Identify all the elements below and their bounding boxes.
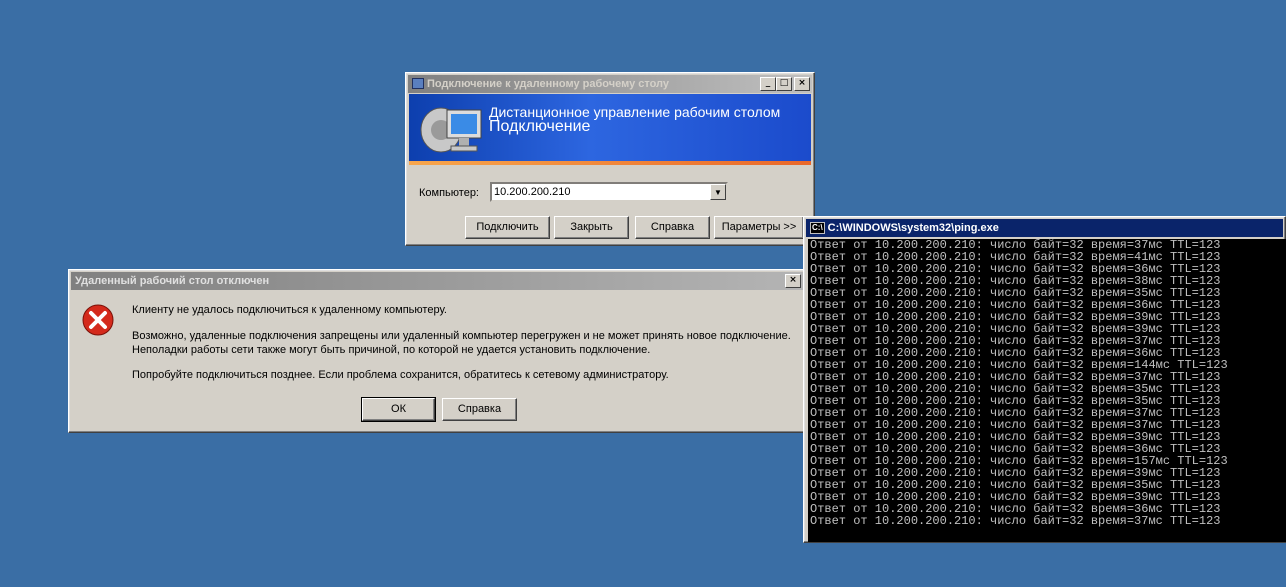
console-line: Ответ от 10.200.200.210: число байт=32 в… (810, 514, 1221, 528)
error-close-button[interactable]: × (785, 274, 801, 288)
console-titlebar[interactable]: C:\ C:\WINDOWS\system32\ping.exe (806, 219, 1283, 237)
banner-stripe (409, 161, 811, 165)
error-titlebar[interactable]: Удаленный рабочий стол отключен × (71, 272, 803, 290)
rdc-titlebar[interactable]: Подключение к удаленному рабочему столу … (408, 75, 812, 93)
options-button[interactable]: Параметры >> (714, 216, 804, 239)
rdc-banner: Дистанционное управление рабочим столом … (409, 94, 811, 165)
console-window: C:\ C:\WINDOWS\system32\ping.exe Ответ от… (803, 216, 1286, 543)
minimize-button[interactable]: _ (760, 77, 776, 91)
computer-label: Компьютер: (419, 187, 479, 199)
error-line1: Клиенту не удалось подключиться к удален… (132, 304, 447, 316)
banner-line2: Подключение (489, 118, 591, 135)
maximize-button[interactable]: □ (776, 77, 792, 91)
rdc-title: Подключение к удаленному рабочему столу (427, 78, 670, 90)
rdc-title-icon (412, 78, 424, 89)
chevron-down-icon[interactable]: ▼ (710, 184, 726, 200)
rdc-window: Подключение к удаленному рабочему столу … (405, 72, 815, 246)
error-icon (82, 304, 114, 336)
error-title: Удаленный рабочий стол отключен (75, 275, 270, 287)
error-dialog: Удаленный рабочий стол отключен × Клиент… (68, 269, 806, 433)
connect-button[interactable]: Подключить (465, 216, 550, 239)
error-line2: Возможно, удаленные подключения запрещен… (132, 330, 791, 342)
ok-button[interactable]: ОК (361, 397, 436, 422)
error-help-button[interactable]: Справка (442, 398, 517, 421)
close-dialog-button[interactable]: Закрыть (554, 216, 629, 239)
console-title: C:\WINDOWS\system32\ping.exe (827, 222, 999, 234)
console-output[interactable]: Ответ от 10.200.200.210: число байт=32 в… (808, 239, 1286, 542)
help-button[interactable]: Справка (635, 216, 710, 239)
console-icon: C:\ (810, 222, 825, 234)
computer-combobox[interactable]: 10.200.200.210 ▼ (490, 182, 728, 202)
error-line3: Неполадки работы сети также могут быть п… (132, 344, 651, 356)
error-line4: Попробуйте подключиться позднее. Если пр… (132, 369, 669, 381)
computer-icon (420, 107, 482, 153)
computer-input[interactable]: 10.200.200.210 (494, 186, 570, 198)
close-button[interactable]: × (794, 77, 810, 91)
